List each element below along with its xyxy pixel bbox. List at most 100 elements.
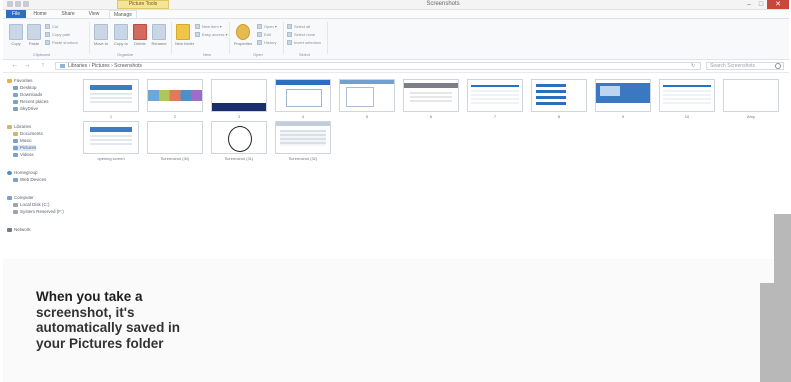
downloads-icon [13,92,18,97]
file-thumbnail[interactable]: 6 [403,79,459,119]
nav-local-disk[interactable]: Local Disk (C:) [13,202,50,208]
paste-button[interactable]: Paste [27,24,41,46]
nav-homegroup[interactable]: Homegroup [7,170,38,176]
caption-line: automatically saved in [36,320,181,335]
picture-tools-tab[interactable]: Picture Tools [117,0,169,9]
easy-access-label: Easy access ▾ [202,32,228,37]
file-thumbnail[interactable]: 4 [275,79,331,119]
file-thumbnail[interactable]: 5 [339,79,395,119]
edit-button[interactable]: Edit [257,32,271,38]
select-none-button[interactable]: Select none [287,32,315,38]
new-item-button[interactable]: New item ▾ [195,24,222,30]
history-button[interactable]: History [257,40,276,46]
nav-libraries[interactable]: Libraries [7,124,31,130]
file-thumbnail[interactable]: Amy [723,79,779,119]
file-name: opening screen [97,156,125,161]
nav-label: Favorites [14,78,33,83]
address-bar[interactable]: Libraries › Pictures › Screenshots [55,62,701,70]
clipboard-group-label: Clipboard [33,52,51,57]
file-thumbnail[interactable]: Screenshot (32) [275,121,331,161]
cut-button[interactable]: Cut [45,24,58,30]
minimize-button[interactable]: – [743,0,755,9]
tab-share[interactable]: Share [58,10,78,18]
rename-button[interactable]: Rename [151,24,167,46]
select-none-icon [287,32,292,38]
new-folder-icon[interactable] [23,1,29,7]
invert-selection-button[interactable]: Invert selection [287,40,321,46]
nav-label: Downloads [20,92,43,97]
nav-skydrive[interactable]: SkyDrive [13,106,38,112]
delete-label: Delete [134,41,146,46]
nav-pictures[interactable]: Pictures [13,145,37,151]
tab-view[interactable]: View [85,10,103,18]
file-thumbnail[interactable]: 1 [83,79,139,119]
file-thumbnail[interactable]: 8 [531,79,587,119]
recent-places-icon [13,99,18,104]
edit-label: Edit [264,32,271,37]
thumbnail-image [723,79,779,112]
nav-favorites[interactable]: Favorites [7,78,33,84]
easy-access-button[interactable]: Easy access ▾ [195,32,228,38]
history-icon [257,40,262,46]
rename-label: Rename [151,41,167,46]
ribbon-separator [89,22,90,54]
nav-network[interactable]: Network [7,227,31,233]
close-button[interactable]: ✕ [767,0,789,9]
nav-label: System Reserved (F:) [20,209,64,214]
file-thumbnail[interactable]: 9 [595,79,651,119]
paste-shortcut-button[interactable]: Paste shortcut [45,40,78,46]
back-button[interactable]: ← [11,62,19,70]
copy-path-button[interactable]: Copy path [45,32,70,38]
nav-label: Web Devices [20,177,47,182]
forward-button[interactable]: → [23,62,31,70]
file-list: 1 2 3 4 5 6 7 8 9 10 Amy opening screen … [83,73,789,233]
nav-downloads[interactable]: Downloads [13,92,42,98]
file-name: 2 [173,114,177,119]
properties-icon[interactable] [15,1,21,7]
organize-group-label: Organize [117,52,134,57]
ribbon-separator [327,22,328,54]
move-to-button[interactable]: Move to [93,24,109,46]
pictures-icon [13,145,18,150]
file-thumbnail[interactable]: 7 [467,79,523,119]
nav-homegroup-devices[interactable]: Web Devices [13,177,46,183]
file-thumbnail[interactable]: 2 [147,79,203,119]
select-all-button[interactable]: Select all [287,24,310,30]
file-name: 1 [109,114,113,119]
copy-button[interactable]: Copy [9,24,23,46]
properties-button[interactable]: Properties [233,24,253,46]
up-button[interactable]: ↑ [39,62,47,70]
easy-access-icon [195,32,200,38]
search-input[interactable]: Search Screenshots [706,62,784,70]
copy-to-button[interactable]: Copy to [113,24,129,46]
file-thumbnail[interactable]: 10 [659,79,715,119]
nav-documents[interactable]: Documents [13,131,43,137]
thumbnail-image [211,121,267,154]
nav-computer[interactable]: Computer [7,195,34,201]
edit-icon [257,32,262,38]
nav-videos[interactable]: Videos [13,152,34,158]
open-label: Open ▾ [264,24,277,29]
nav-label: Libraries [14,124,32,129]
file-thumbnail[interactable]: 3 [211,79,267,119]
file-thumbnail[interactable]: opening screen [83,121,139,161]
nav-music[interactable]: Music [13,138,32,144]
nav-label: Computer [14,195,34,200]
thumbnail-image [595,79,651,112]
file-thumbnail[interactable]: Screenshot (30) [147,121,203,161]
tab-home[interactable]: Home [31,10,49,18]
folder-icon[interactable] [7,1,13,7]
nav-recent-places[interactable]: Recent places [13,99,49,105]
nav-desktop[interactable]: Desktop [13,85,37,91]
tab-manage[interactable]: Manage [109,10,137,18]
delete-button[interactable]: Delete [133,24,147,46]
new-folder-button[interactable]: New folder [175,24,194,46]
tab-file[interactable]: File [6,10,26,18]
file-thumbnail[interactable]: Screenshot (31) [211,121,267,161]
properties-label: Properties [233,41,253,46]
refresh-button[interactable]: ↻ [691,63,695,69]
maximize-button[interactable]: □ [755,0,767,9]
open-button[interactable]: Open ▾ [257,24,277,30]
rename-icon [152,24,166,40]
nav-system-reserved[interactable]: System Reserved (F:) [13,209,64,215]
